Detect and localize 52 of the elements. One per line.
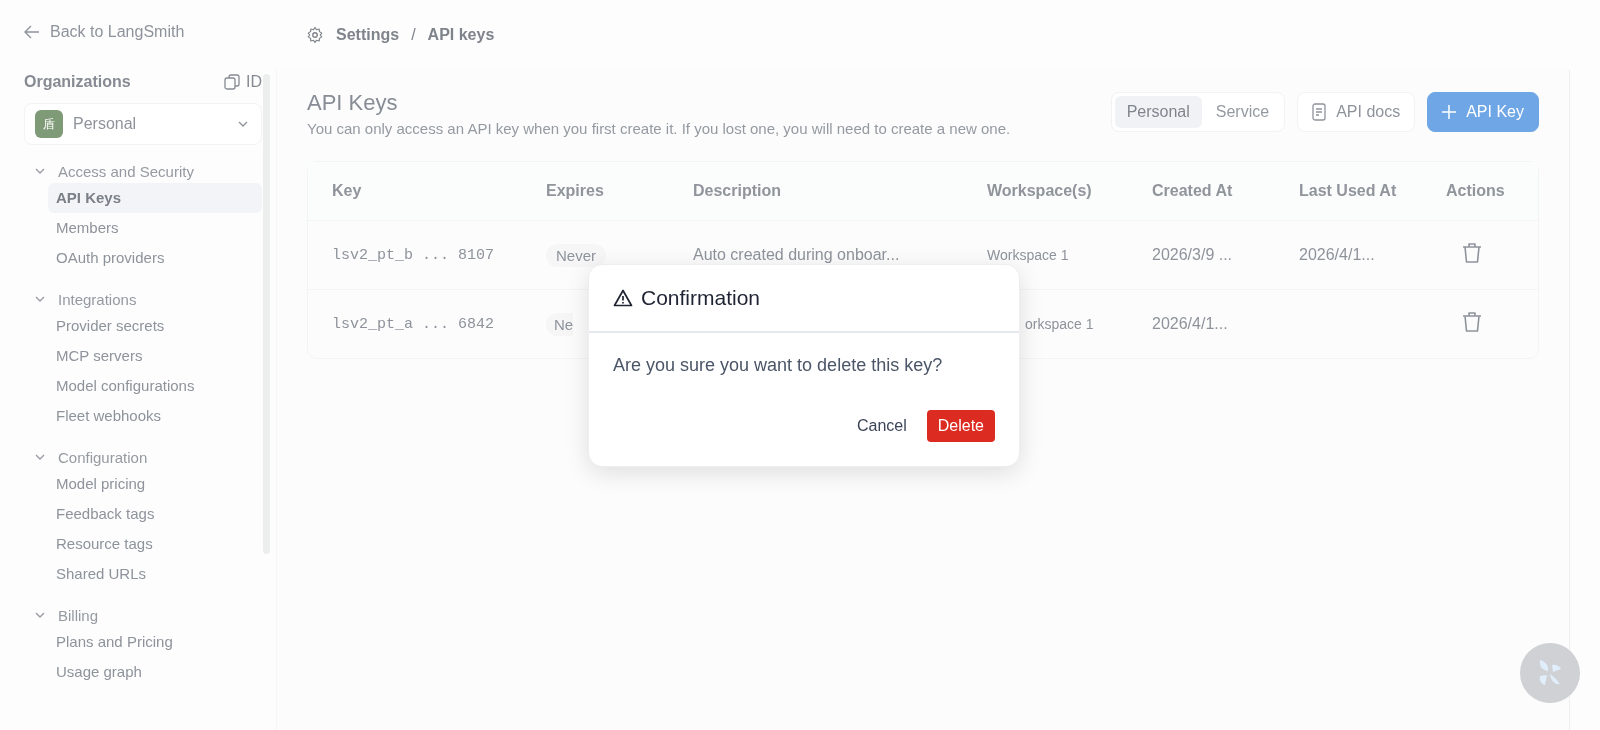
back-link[interactable]: Back to LangSmith [24,22,262,42]
warning-icon [613,289,633,307]
sidebar-item[interactable]: Resource tags [48,529,262,559]
document-icon [1312,103,1327,121]
copy-icon [224,74,240,90]
breadcrumb-separator: / [411,26,416,44]
section-heading: Billing [58,606,99,624]
sidebar-item[interactable]: Provider secrets [48,311,262,341]
dialog-message: Are you sure you want to delete this key? [612,354,944,376]
sidebar-item[interactable]: Shared URLs [48,559,262,589]
page-title: API Keys [307,90,399,116]
table-cell: lsv2_pt_b ... 8107 [308,221,522,290]
sidebar-item[interactable]: MCP servers [48,341,262,371]
sidebar-item[interactable]: Feedback tags [48,499,262,529]
sidebar-item[interactable]: Plans and Pricing [48,627,262,657]
delete-button[interactable]: Delete [926,410,995,442]
arrow-left-icon [24,25,40,39]
organizations-label: Organizations [24,73,131,91]
breadcrumb-link[interactable]: Settings [336,26,400,44]
table-cell-text: 2026/4/1... [1151,314,1229,334]
plus-icon [1442,105,1457,119]
cancel-button[interactable]: Cancel [856,417,907,435]
toggle-option[interactable]: Service [1203,96,1282,128]
section-heading: Configuration [58,448,148,466]
sidebar-item[interactable]: Model pricing [48,469,262,499]
sidebar-item[interactable]: OAuth providers [48,243,262,273]
table-cell: 2026/4/1... [1275,221,1422,290]
add-api-key-button[interactable]: API Key [1427,92,1539,132]
section-heading: Integrations [58,290,137,308]
expiry-badge: Never [546,243,606,267]
api-docs-button[interactable]: API docs [1297,92,1416,132]
settings-icon [306,26,324,44]
organization-avatar: 盾 [35,110,63,138]
column-header: Actions [1422,162,1538,221]
sidebar-item[interactable]: Usage graph [48,657,262,687]
sidebar-item[interactable]: API Keys [48,183,262,213]
trash-icon[interactable] [1462,311,1482,333]
organization-select[interactable]: 盾 Personal [24,103,262,145]
sidebar-item[interactable]: Members [48,213,262,243]
page-subtitle: You can only access an API key when you first create it. If you lost one, you will need to create a new one. [307,120,1011,137]
expiry-badge: Ne [546,312,574,336]
column-header: Key [308,162,522,221]
toggle-option[interactable]: Personal [1114,96,1202,128]
breadcrumb-current: API keys [427,26,495,44]
table-cell-text: orkspace 1 [1024,315,1095,334]
trash-icon[interactable] [1462,242,1482,264]
section-heading: Access and Security [58,162,194,180]
copy-id-button[interactable]: ID [224,73,262,91]
sidebar-item[interactable]: Model configurations [48,371,262,401]
sidebar-item[interactable]: Fleet webhooks [48,401,262,431]
table-cell-text: lsv2_pt_a ... 6842 [331,314,496,335]
table-cell: 2026/3/9 ... [1128,221,1275,290]
